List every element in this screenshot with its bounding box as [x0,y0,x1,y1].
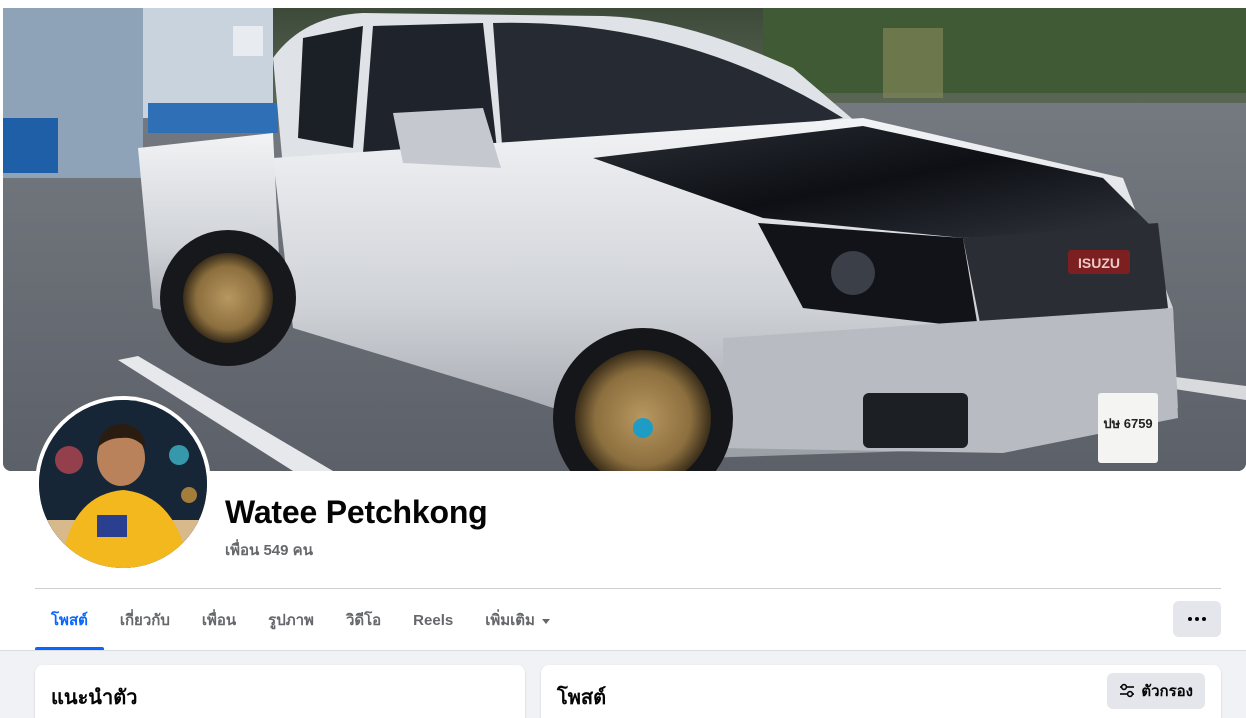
tab-reels[interactable]: Reels [397,590,469,650]
tab-more[interactable]: เพิ่มเติม [469,590,566,650]
ellipsis-icon [1188,617,1206,621]
filter-button[interactable]: ตัวกรอง [1107,673,1205,709]
tab-posts[interactable]: โพสต์ [35,590,104,650]
tab-more-label: เพิ่มเติม [485,612,535,629]
posts-card: โพสต์ ตัวกรอง [541,665,1221,718]
tab-friends[interactable]: เพื่อน [186,590,252,650]
intro-card-title: แนะนำตัว [51,687,138,709]
cover-photo-image: ISUZU ปษ 6759 [3,8,1246,471]
tab-photos-label: รูปภาพ [268,612,314,629]
tab-posts-label: โพสต์ [51,612,88,629]
more-options-button[interactable] [1173,601,1221,637]
intro-card: แนะนำตัว [35,665,525,718]
header-divider [35,588,1221,589]
friend-count-label: เพื่อน [225,542,260,559]
caret-down-icon [541,618,550,624]
posts-card-title: โพสต์ [557,687,607,709]
profile-tabs: โพสต์ เกี่ยวกับ เพื่อน รูปภาพ วิดีโอ Ree… [35,590,566,650]
friend-count-unit: คน [292,542,313,559]
tab-about[interactable]: เกี่ยวกับ [104,590,186,650]
profile-picture[interactable] [35,396,211,572]
tab-reels-label: Reels [413,611,454,629]
avatar-image [39,400,207,568]
friend-count-number: 549 [263,542,289,559]
profile-name[interactable]: Watee Petchkong [225,494,488,531]
avatar [39,400,207,568]
tab-friends-label: เพื่อน [201,612,237,629]
tab-videos[interactable]: วิดีโอ [330,590,397,650]
profile-page: ISUZU ปษ 6759 Watee Petchkong เพื่อน 549… [0,0,1246,718]
tab-about-label: เกี่ยวกับ [119,612,170,629]
brand-badge: ISUZU [1078,255,1120,271]
filter-button-label: ตัวกรอง [1141,683,1193,700]
tab-videos-label: วิดีโอ [345,612,382,629]
friend-count[interactable]: เพื่อน 549 คน [225,538,313,562]
cover-photo[interactable]: ISUZU ปษ 6759 [3,8,1246,471]
tab-photos[interactable]: รูปภาพ [252,590,330,650]
sliders-icon [1120,683,1135,698]
license-plate: ปษ 6759 [1103,416,1152,431]
